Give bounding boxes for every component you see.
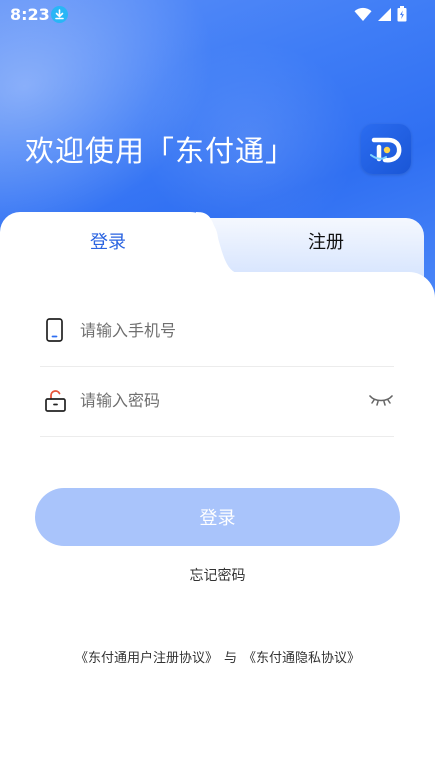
agreements-conjunction: 与 xyxy=(223,651,237,666)
welcome-title: 欢迎使用「东付通」 xyxy=(25,134,296,168)
phone-input[interactable] xyxy=(80,316,350,344)
app-logo xyxy=(361,124,411,174)
phone-field xyxy=(40,296,394,367)
status-time: 8:23 xyxy=(10,5,50,24)
login-button[interactable]: 登录 xyxy=(35,488,400,546)
forgot-password-link[interactable]: 忘记密码 xyxy=(0,565,435,585)
battery-icon xyxy=(397,6,407,26)
privacy-agreement-link[interactable]: 《东付通隐私协议》 xyxy=(243,651,360,666)
status-bar: 8:23 xyxy=(0,0,435,30)
agreements: 《东付通用户注册协议》与《东付通隐私协议》 xyxy=(0,647,435,666)
eye-closed-icon[interactable] xyxy=(368,391,394,409)
tab-curve xyxy=(196,212,240,274)
wifi-icon xyxy=(354,7,372,26)
tab-login[interactable]: 登录 xyxy=(72,228,144,254)
signal-icon xyxy=(377,7,392,26)
lock-icon xyxy=(44,388,66,412)
download-icon xyxy=(51,6,68,23)
tab-register[interactable]: 注册 xyxy=(290,228,362,254)
user-agreement-link[interactable]: 《东付通用户注册协议》 xyxy=(75,651,218,666)
phone-icon xyxy=(44,318,66,342)
password-field xyxy=(40,366,394,437)
password-input[interactable] xyxy=(80,386,350,414)
